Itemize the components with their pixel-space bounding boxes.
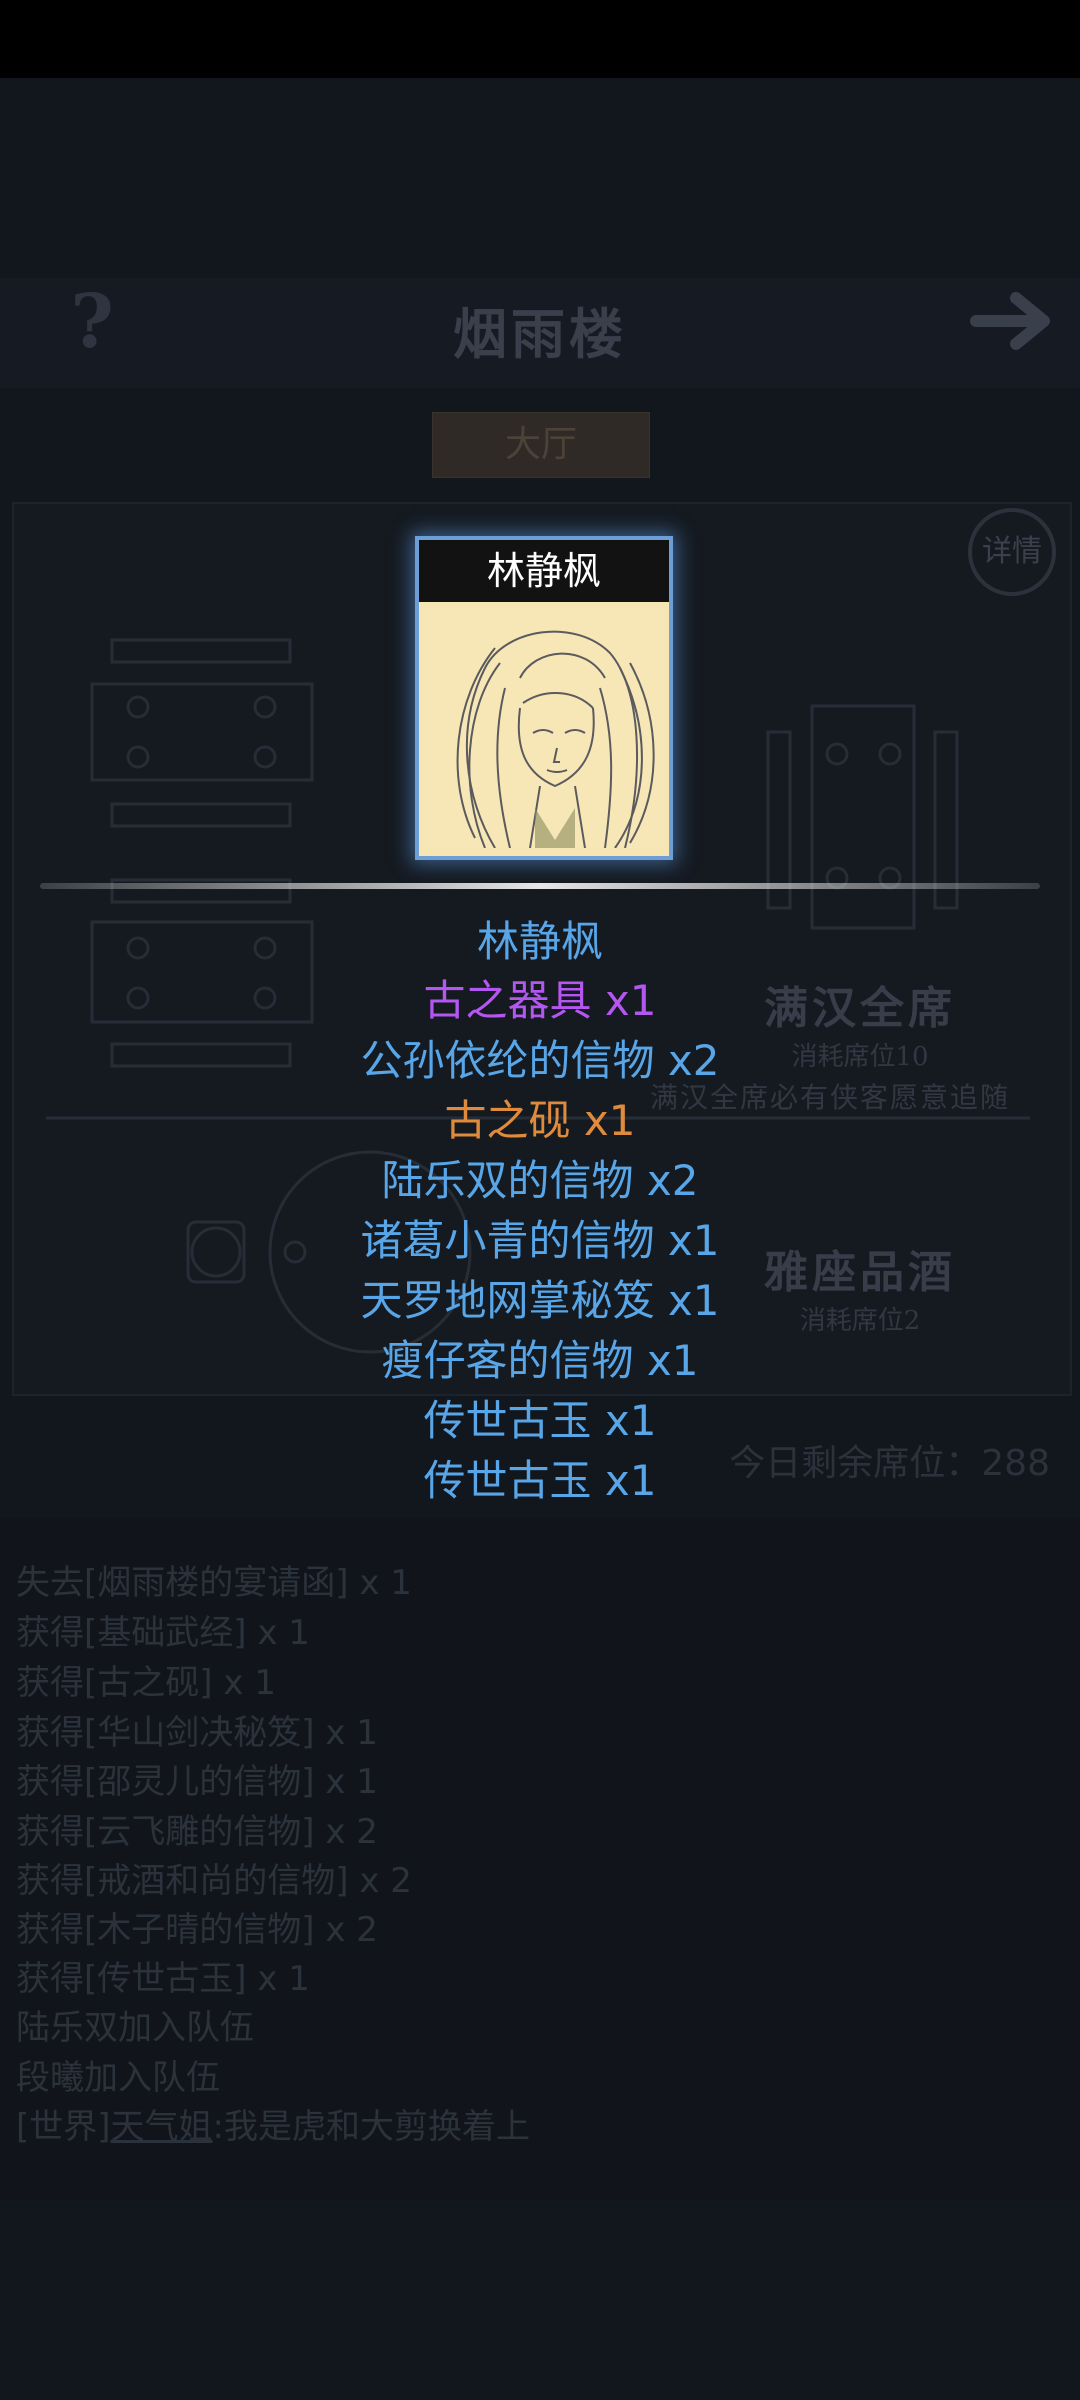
chat-channel-tag: [世界] [16, 2107, 111, 2147]
chat-message: :我是虎和大剪换着上 [212, 2107, 530, 2147]
log-line: 获得[木子晴的信物] x 2 [16, 1910, 378, 1950]
log-line: 获得[传世古玉] x 1 [16, 1959, 310, 1999]
reward-divider [40, 883, 1040, 889]
reward-item: 传世古玉 x1 [423, 1456, 657, 1505]
log-line: 陆乐双加入队伍 [16, 2008, 254, 2048]
reward-item: 传世古玉 x1 [423, 1396, 657, 1445]
log-line: 获得[古之砚] x 1 [16, 1663, 276, 1703]
world-chat-line: [世界]天气姐:我是虎和大剪换着上 [16, 2099, 530, 2147]
hero-card: 林静枫 [415, 536, 673, 860]
log-line: 获得[基础武经] x 1 [16, 1613, 310, 1653]
log-line: 获得[邵灵儿的信物] x 1 [16, 1762, 378, 1802]
log-line: 获得[云飞雕的信物] x 2 [16, 1812, 378, 1852]
chat-username[interactable]: 天气姐 [111, 2107, 213, 2147]
hero-portrait [425, 608, 663, 848]
reward-item: 林静枫 [476, 917, 603, 966]
log-line: 获得[戒酒和尚的信物] x 2 [16, 1861, 412, 1901]
reward-item: 公孙依纶的信物 x2 [360, 1036, 720, 1085]
reward-item: 瘦仔客的信物 x1 [381, 1336, 699, 1385]
hero-card-name: 林静枫 [419, 540, 669, 602]
log-line: 段曦加入队伍 [16, 2058, 220, 2098]
reward-item: 古之砚 x1 [444, 1096, 636, 1145]
reward-item: 陆乐双的信物 x2 [381, 1156, 699, 1205]
reward-item: 天罗地网掌秘笈 x1 [360, 1276, 720, 1325]
reward-item: 古之器具 x1 [423, 976, 657, 1025]
log-line: 失去[烟雨楼的宴请函] x 1 [16, 1563, 412, 1603]
log-line: 获得[华山剑决秘笈] x 1 [16, 1713, 378, 1753]
reward-item: 诸葛小青的信物 x1 [360, 1216, 720, 1265]
